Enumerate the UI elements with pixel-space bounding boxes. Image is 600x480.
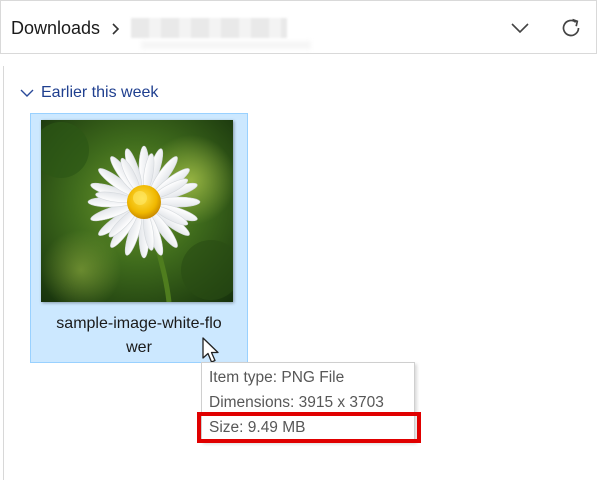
refresh-icon[interactable] (559, 16, 583, 40)
address-bar[interactable]: Downloads (0, 0, 597, 54)
file-thumbnail (41, 120, 233, 302)
group-label: Earlier this week (41, 84, 159, 101)
chevron-down-icon[interactable] (20, 88, 34, 98)
tooltip-dimensions: Dimensions: 3915 x 3703 (209, 394, 384, 411)
blurred-breadcrumb-shadow (141, 41, 311, 49)
breadcrumb-downloads[interactable]: Downloads (11, 18, 100, 39)
daisy-image (41, 120, 233, 302)
file-explorer-window: Downloads Earlier this week sample-image… (0, 0, 600, 480)
file-item[interactable]: sample-image-white-flo wer (30, 113, 248, 363)
blurred-breadcrumb[interactable] (131, 18, 287, 38)
pane-divider (3, 66, 4, 480)
group-header-earlier-this-week[interactable]: Earlier this week (20, 82, 158, 104)
tooltip-item-type: Item type: PNG File (209, 369, 345, 386)
chevron-right-icon (112, 23, 120, 35)
chevron-down-icon[interactable] (509, 17, 531, 39)
size-highlight-box (197, 412, 421, 443)
